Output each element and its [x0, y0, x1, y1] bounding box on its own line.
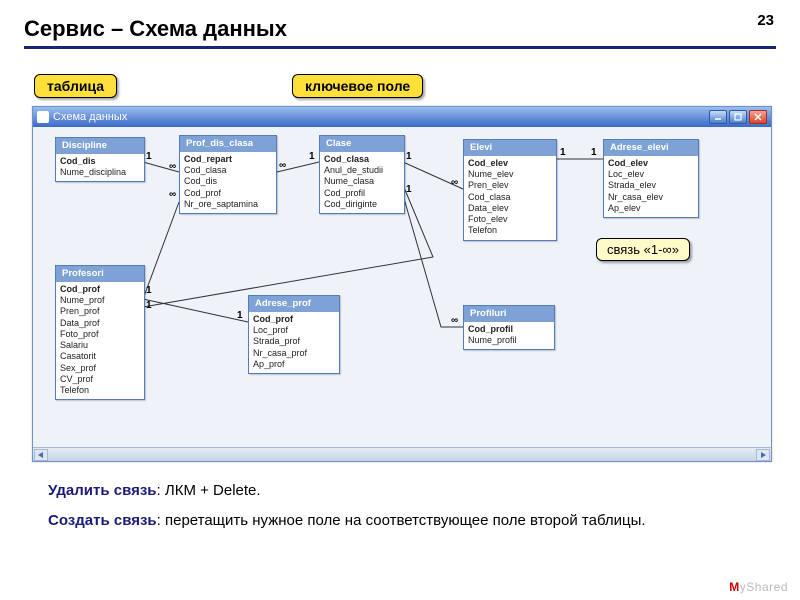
field: Cod_profil [324, 188, 400, 199]
rel-one: 1 [591, 147, 597, 158]
table-header: Profesori [56, 266, 144, 282]
table-prof-dis-clasa[interactable]: Prof_dis_clasa Cod_repart Cod_clasa Cod_… [179, 135, 277, 214]
field: Nr_ore_saptamina [184, 199, 272, 210]
watermark-logo: MyShared [729, 580, 788, 594]
field: Ap_prof [253, 359, 335, 370]
close-button[interactable] [749, 110, 767, 124]
rel-many: ∞ [169, 189, 176, 200]
table-clase[interactable]: Clase Cod_clasa Anul_de_studii Nume_clas… [319, 135, 405, 214]
rel-many: ∞ [169, 161, 176, 172]
schema-canvas[interactable]: 1 ∞ 1 ∞ 1 1 ∞ 1 1 ∞ 1 ∞ 1 1 Discipline C… [33, 127, 771, 461]
field: Foto_prof [60, 329, 140, 340]
field: Loc_elev [608, 169, 694, 180]
field: Foto_elev [468, 214, 552, 225]
key-field: Cod_elev [468, 158, 552, 169]
schema-window: Схема данных 1 ∞ 1 ∞ 1 1 ∞ 1 [32, 106, 772, 462]
table-adrese-elevi[interactable]: Adrese_elevi Cod_elev Loc_elev Strada_el… [603, 139, 699, 218]
field: Nume_profil [468, 335, 550, 346]
table-header: Clase [320, 136, 404, 152]
rel-many: ∞ [451, 177, 458, 188]
key-field: Cod_repart [184, 154, 272, 165]
scroll-left-button[interactable] [34, 449, 48, 461]
rel-many: ∞ [279, 160, 286, 171]
field: Cod_clasa [184, 165, 272, 176]
table-profesori[interactable]: Profesori Cod_prof Nume_prof Pren_prof D… [55, 265, 145, 400]
key-field: Cod_profil [468, 324, 550, 335]
rel-one: 1 [146, 300, 152, 311]
field: Nume_elev [468, 169, 552, 180]
field: Data_prof [60, 318, 140, 329]
callout-keyfield: ключевое поле [292, 74, 423, 98]
field: Casatorit [60, 351, 140, 362]
table-adrese-prof[interactable]: Adrese_prof Cod_prof Loc_prof Strada_pro… [248, 295, 340, 374]
callout-link: связь «1-∞» [596, 238, 690, 261]
field: Anul_de_studii [324, 165, 400, 176]
table-header: Adrese_elevi [604, 140, 698, 156]
field: Loc_prof [253, 325, 335, 336]
rel-many: ∞ [451, 315, 458, 326]
field: Data_elev [468, 203, 552, 214]
key-field: Cod_dis [60, 156, 140, 167]
key-field: Cod_prof [60, 284, 140, 295]
title-rule [24, 46, 776, 49]
field: Ap_elev [608, 203, 694, 214]
footer-text: Удалить связь: ЛКМ + Delete. Создать свя… [48, 480, 748, 540]
field: Cod_diriginte [324, 199, 400, 210]
field: Cod_prof [184, 188, 272, 199]
minimize-button[interactable] [709, 110, 727, 124]
field: CV_prof [60, 374, 140, 385]
horizontal-scrollbar[interactable] [33, 447, 771, 461]
rel-one: 1 [406, 184, 412, 195]
field: Salariu [60, 340, 140, 351]
field: Strada_prof [253, 336, 335, 347]
field: Cod_clasa [468, 192, 552, 203]
field: Cod_dis [184, 176, 272, 187]
field: Pren_elev [468, 180, 552, 191]
table-header: Adrese_prof [249, 296, 339, 312]
rel-one: 1 [237, 310, 243, 321]
page-number: 23 [757, 12, 774, 29]
callout-table: таблица [34, 74, 117, 98]
table-elevi[interactable]: Elevi Cod_elev Nume_elev Pren_elev Cod_c… [463, 139, 557, 241]
window-titlebar: Схема данных [33, 107, 771, 127]
rel-one: 1 [146, 151, 152, 162]
field: Nr_casa_elev [608, 192, 694, 203]
key-field: Cod_elev [608, 158, 694, 169]
field: Telefon [60, 385, 140, 396]
window-title: Схема данных [53, 111, 709, 123]
app-icon [37, 111, 49, 123]
field: Nume_disciplina [60, 167, 140, 178]
table-header: Discipline [56, 138, 144, 154]
rel-one: 1 [560, 147, 566, 158]
field: Nume_clasa [324, 176, 400, 187]
key-field: Cod_prof [253, 314, 335, 325]
table-profiluri[interactable]: Profiluri Cod_profil Nume_profil [463, 305, 555, 350]
field: Nr_casa_prof [253, 348, 335, 359]
field: Pren_prof [60, 306, 140, 317]
page-title: Сервис – Схема данных [24, 16, 776, 42]
field: Strada_elev [608, 180, 694, 191]
field: Telefon [468, 225, 552, 236]
field: Sex_prof [60, 363, 140, 374]
table-header: Profiluri [464, 306, 554, 322]
table-header: Elevi [464, 140, 556, 156]
rel-one: 1 [309, 151, 315, 162]
rel-one: 1 [146, 285, 152, 296]
scroll-right-button[interactable] [756, 449, 770, 461]
table-header: Prof_dis_clasa [180, 136, 276, 152]
table-discipline[interactable]: Discipline Cod_dis Nume_disciplina [55, 137, 145, 182]
rel-one: 1 [406, 151, 412, 162]
maximize-button[interactable] [729, 110, 747, 124]
field: Nume_prof [60, 295, 140, 306]
key-field: Cod_clasa [324, 154, 400, 165]
